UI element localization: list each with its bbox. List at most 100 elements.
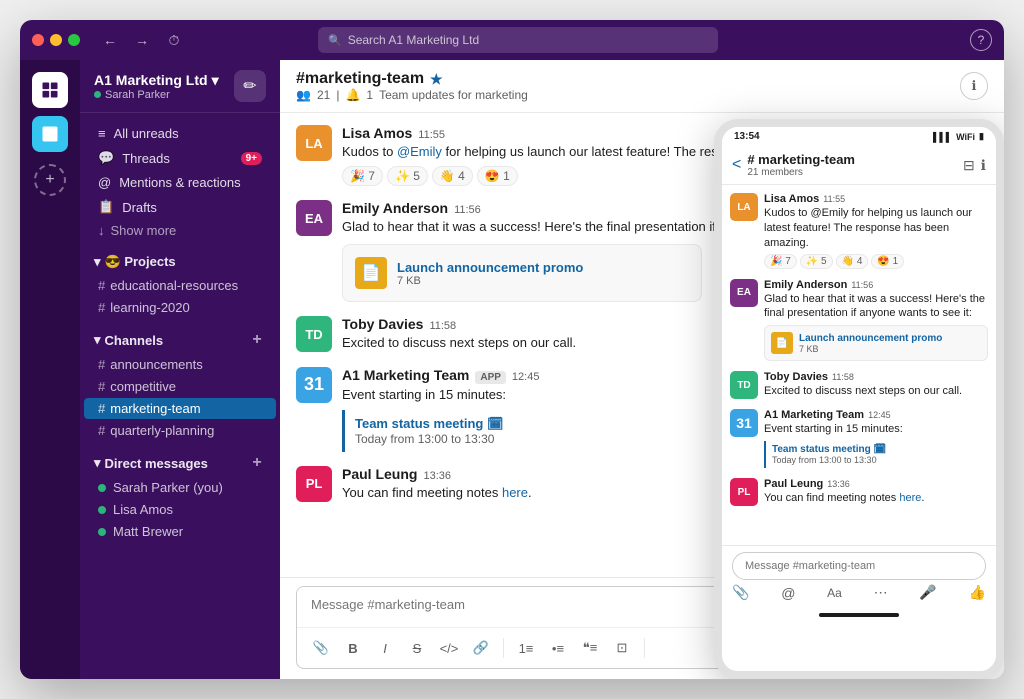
phone-event-time: Today from 13:00 to 13:30 (772, 455, 982, 465)
phone-reactions: 🎉 7 ✨ 5 👋 4 😍 1 (764, 254, 988, 269)
phone-msg-content: Lisa Amos 11:55 Kudos to @Emily for help… (764, 193, 988, 269)
phone-msg-text: Kudos to @Emily for helping us launch ou… (764, 206, 988, 251)
global-search[interactable]: 🔍 Search A1 Marketing Ltd (318, 27, 718, 53)
phone-msg-content: Emily Anderson 11:56 Glad to hear that i… (764, 279, 988, 362)
team-icon-tab[interactable] (32, 116, 68, 152)
channel-name: quarterly-planning (110, 423, 214, 438)
hash-icon: # (98, 401, 105, 416)
link-button[interactable]: 🔗 (467, 634, 495, 662)
dm-item-matt-brewer[interactable]: Matt Brewer (84, 521, 276, 542)
workspace-name[interactable]: A1 Marketing Ltd ▾ (94, 72, 219, 89)
phone-file-name: Launch announcement promo (799, 333, 942, 344)
phone-meeting-notes-link[interactable]: here (899, 492, 921, 504)
add-dm-button[interactable]: + (248, 454, 266, 472)
phone-mention-icon[interactable]: @ (781, 585, 795, 601)
search-icon: 🔍 (328, 34, 342, 47)
sidebar-item-all-unreads[interactable]: ≡ All unreads (84, 122, 276, 145)
message-author: Toby Davies (342, 316, 423, 332)
add-channel-button[interactable]: + (248, 331, 266, 349)
workspace-user: Sarah Parker (94, 89, 219, 101)
phone-reaction[interactable]: 🎉 7 (764, 254, 797, 269)
sidebar-item-drafts[interactable]: 📋 Drafts (84, 195, 276, 219)
forward-button[interactable]: → (128, 26, 156, 54)
attachment-button[interactable]: 📎 (307, 634, 335, 662)
sidebar-item-threads[interactable]: 💬 Threads 9+ (84, 146, 276, 170)
message-time: 13:36 (423, 470, 451, 482)
avatar: TD (296, 316, 332, 352)
dm-item-lisa-amos[interactable]: Lisa Amos (84, 499, 276, 520)
channel-item-announcements[interactable]: # announcements (84, 354, 276, 375)
online-status-dot (98, 484, 106, 492)
dm-name: Lisa Amos (113, 502, 173, 517)
bold-button[interactable]: B (339, 634, 367, 662)
workspace-header: A1 Marketing Ltd ▾ Sarah Parker ✏ (80, 60, 280, 113)
compose-button[interactable]: ✏ (234, 70, 266, 102)
phone-reaction[interactable]: 😍 1 (871, 254, 904, 269)
message-author: Emily Anderson (342, 200, 448, 216)
phone-message-lisa: LA Lisa Amos 11:55 Kudos to @Emily for h… (730, 193, 988, 269)
code-block-button[interactable]: ⊡ (608, 634, 636, 662)
mention-link[interactable]: @Emily (397, 144, 442, 159)
home-icon-tab[interactable] (32, 72, 68, 108)
code-button[interactable]: </> (435, 634, 463, 662)
reaction-wave[interactable]: 👋 4 (432, 166, 473, 186)
close-button[interactable] (32, 34, 44, 46)
back-button[interactable]: ← (96, 26, 124, 54)
channel-item-learning-2020[interactable]: # learning-2020 (84, 297, 276, 318)
channels-section-header[interactable]: ▾ Channels + (80, 319, 280, 353)
sidebar-item-mentions[interactable]: @ Mentions & reactions (84, 171, 276, 194)
channel-item-quarterly-planning[interactable]: # quarterly-planning (84, 420, 276, 441)
italic-button[interactable]: I (371, 634, 399, 662)
show-more-icon: ↓ (98, 223, 105, 238)
reaction-sparkles[interactable]: ✨ 5 (387, 166, 428, 186)
ordered-list-button[interactable]: 1≡ (512, 634, 540, 662)
members-count: 21 (317, 88, 330, 102)
phone-back-button[interactable]: < (732, 156, 741, 174)
phone-info-icon[interactable]: ℹ (981, 157, 986, 174)
history-button[interactable]: ⏱ (160, 26, 188, 54)
projects-section-header[interactable]: ▾ 😎 Projects (80, 242, 280, 274)
channel-item-marketing-team[interactable]: # marketing-team (84, 398, 276, 419)
maximize-button[interactable] (68, 34, 80, 46)
online-status-dot (98, 506, 106, 514)
phone-thumbs-icon[interactable]: 👍 (969, 584, 986, 601)
channel-item-educational-resources[interactable]: # educational-resources (84, 275, 276, 296)
reaction-party[interactable]: 🎉 7 (342, 166, 383, 186)
phone-font-icon[interactable]: Aa (827, 586, 842, 600)
show-more-button[interactable]: ↓ Show more (84, 220, 276, 241)
avatar: PL (296, 466, 332, 502)
message-author: Paul Leung (342, 466, 417, 482)
phone-header-icons: ⊟ ℹ (963, 157, 986, 174)
reaction-heart-eyes[interactable]: 😍 1 (477, 166, 518, 186)
dm-label: Direct messages (105, 456, 208, 471)
phone-attachment-icon[interactable]: 📎 (732, 584, 749, 601)
phone-audio-icon[interactable]: 🎤 (919, 584, 936, 601)
add-workspace-button[interactable]: + (34, 164, 66, 196)
phone-file-attachment[interactable]: 📄 Launch announcement promo 7 KB (764, 325, 988, 361)
minimize-button[interactable] (50, 34, 62, 46)
unordered-list-button[interactable]: •≡ (544, 634, 572, 662)
phone-more-icon[interactable]: ⋯ (874, 584, 888, 601)
phone-search-icon[interactable]: ⊟ (963, 157, 975, 174)
strikethrough-button[interactable]: S (403, 634, 431, 662)
blockquote-button[interactable]: ❝≡ (576, 634, 604, 662)
phone-reaction[interactable]: 👋 4 (836, 254, 869, 269)
channel-star-icon[interactable]: ★ (430, 71, 443, 88)
hash-icon: # (98, 379, 105, 394)
channel-info-button[interactable]: ℹ (960, 72, 988, 100)
channel-item-competitive[interactable]: # competitive (84, 376, 276, 397)
dm-item-sarah-parker[interactable]: Sarah Parker (you) (84, 477, 276, 498)
phone-msg-author: Toby Davies (764, 371, 828, 383)
phone-message-toby: TD Toby Davies 11:58 Excited to discuss … (730, 371, 988, 399)
phone-message-input[interactable] (732, 552, 986, 580)
meeting-notes-link[interactable]: here (502, 485, 528, 500)
phone-message-emily: EA Emily Anderson 11:56 Glad to hear tha… (730, 279, 988, 362)
channel-name: marketing-team (110, 401, 200, 416)
help-button[interactable]: ? (970, 29, 992, 51)
phone-msg-author: Emily Anderson (764, 279, 847, 291)
phone-signals: ▌▌▌ WiFi ▮ (933, 131, 984, 142)
phone-reaction[interactable]: ✨ 5 (800, 254, 833, 269)
hash-icon: # (98, 300, 105, 315)
file-attachment[interactable]: 📄 Launch announcement promo 7 KB (342, 244, 702, 302)
dm-section-header[interactable]: ▾ Direct messages + (80, 442, 280, 476)
